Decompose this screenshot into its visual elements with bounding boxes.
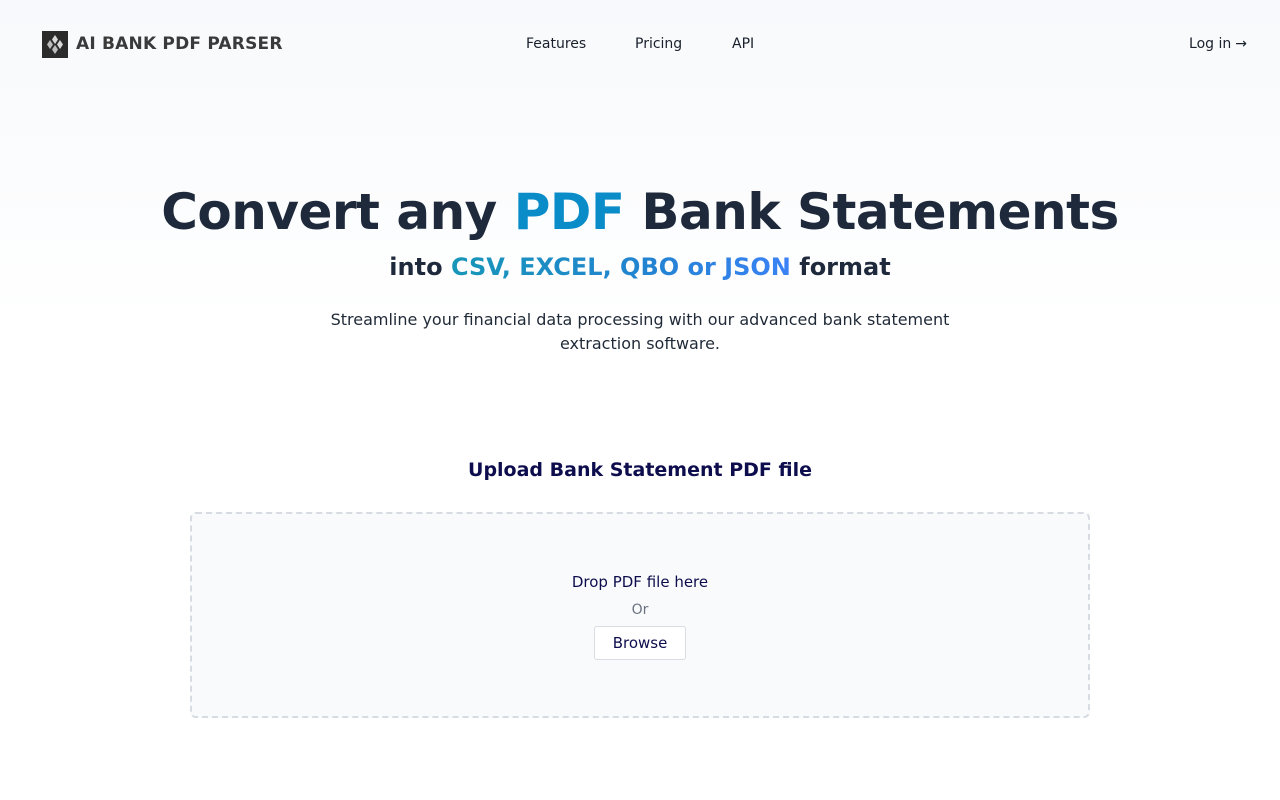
- hero-subtitle: into CSV, EXCEL, QBO or JSON format: [0, 251, 1280, 283]
- hero-title-accent: PDF: [513, 183, 625, 241]
- hero-description: Streamline your financial data processin…: [330, 310, 950, 353]
- main-nav: Features Pricing API: [0, 33, 1280, 55]
- hero-subtitle-suffix: format: [790, 253, 891, 281]
- arrow-right-icon: →: [1235, 36, 1247, 52]
- upload-title: Upload Bank Statement PDF file: [468, 459, 812, 481]
- hero-title-suffix: Bank Statements: [624, 183, 1119, 241]
- login-link[interactable]: Log in →: [1189, 33, 1247, 55]
- browse-button[interactable]: Browse: [594, 626, 686, 660]
- pdf-dropzone[interactable]: Drop PDF file here Or Browse: [190, 512, 1090, 718]
- or-text: Or: [631, 602, 649, 618]
- site-header: AI BANK PDF PARSER Features Pricing API …: [0, 0, 1280, 88]
- hero-subtitle-formats: CSV, EXCEL, QBO or JSON: [450, 253, 791, 281]
- drop-text: Drop PDF file here: [571, 573, 709, 591]
- hero-title: Convert any PDF Bank Statements: [0, 180, 1280, 244]
- hero-title-prefix: Convert any: [161, 183, 514, 241]
- nav-link-pricing[interactable]: Pricing: [635, 33, 682, 55]
- nav-link-features[interactable]: Features: [526, 33, 586, 55]
- login-label: Log in: [1189, 36, 1232, 52]
- nav-link-api[interactable]: API: [732, 33, 754, 55]
- hero-subtitle-prefix: into: [389, 253, 451, 281]
